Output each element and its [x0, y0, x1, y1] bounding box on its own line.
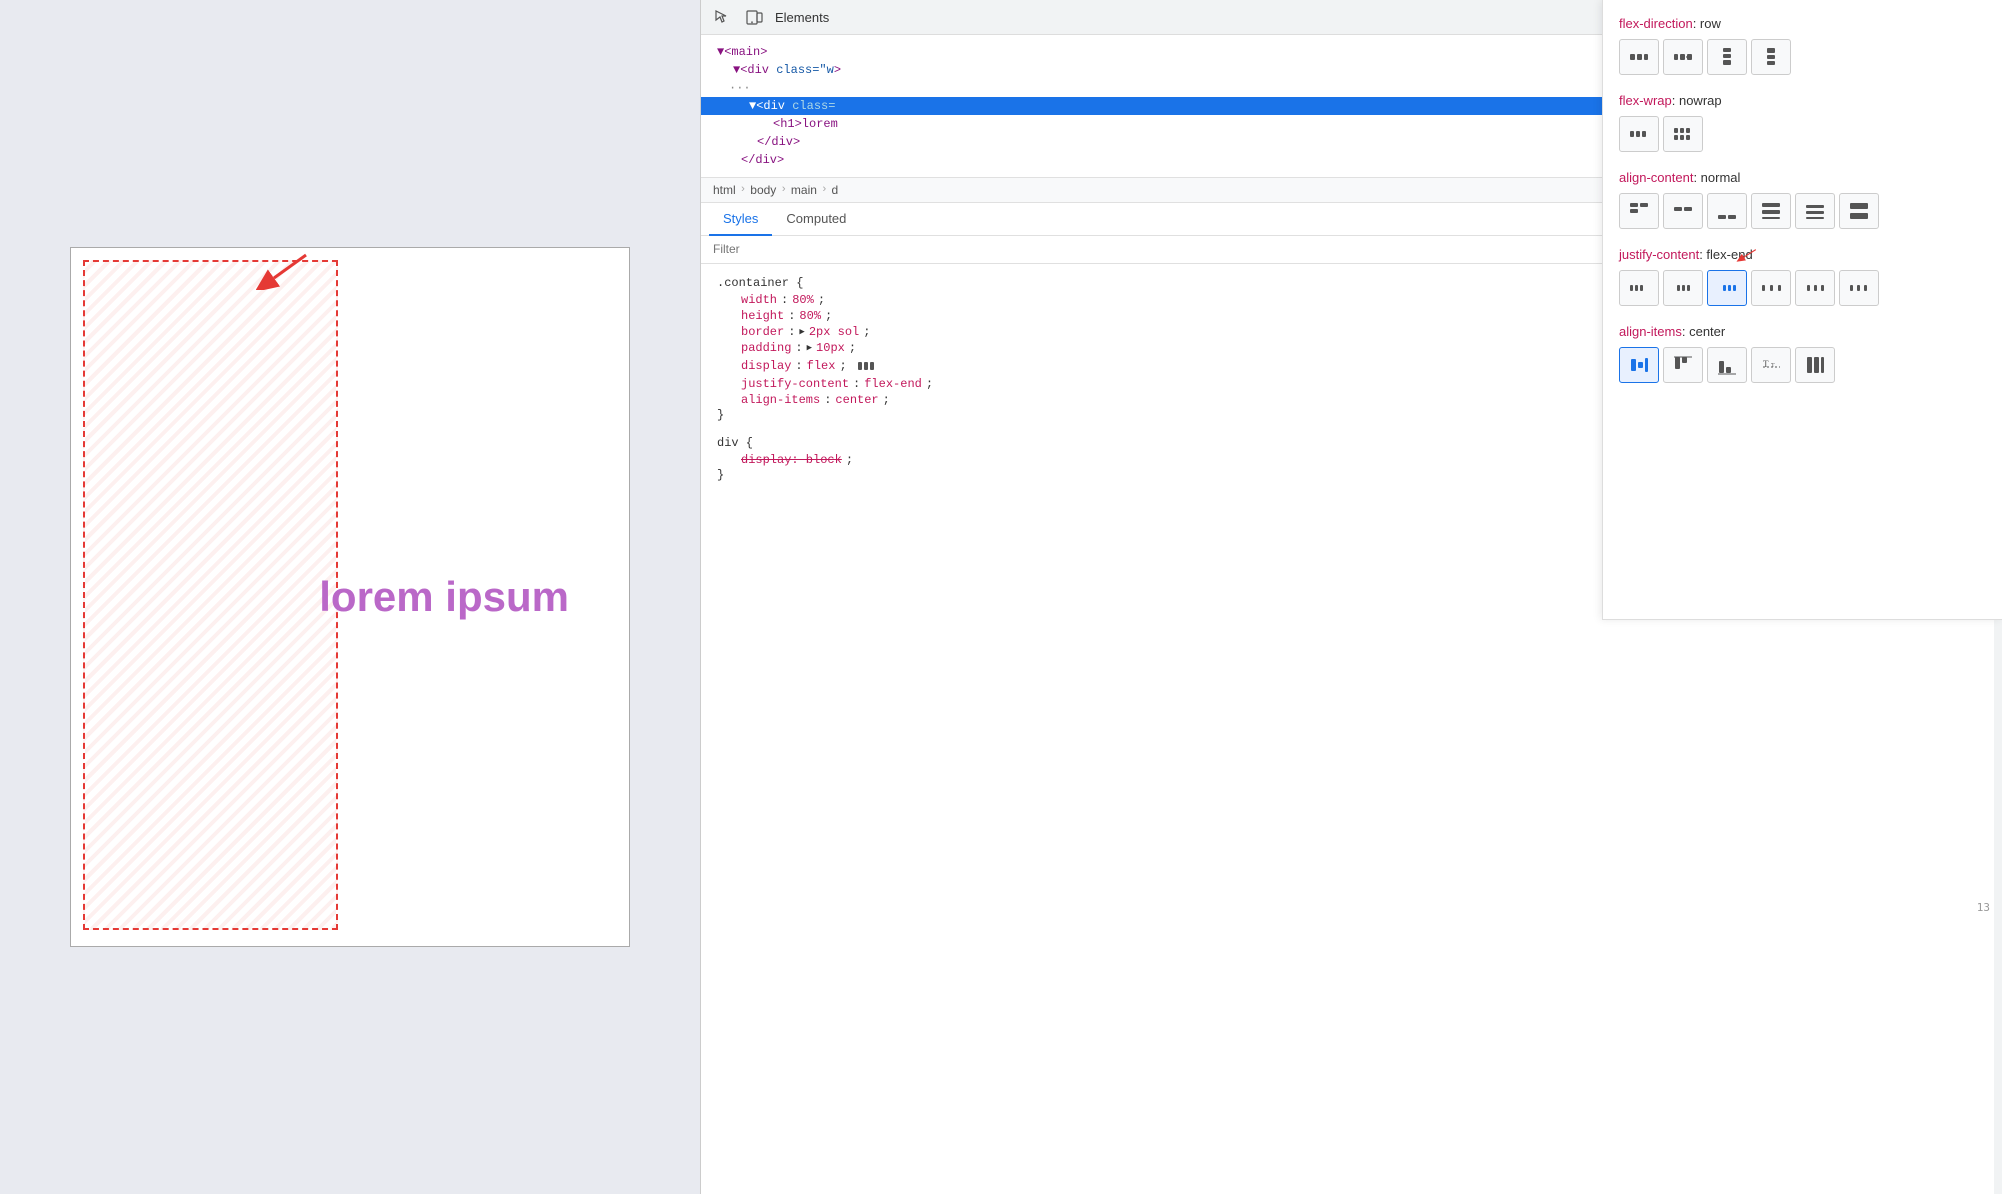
- preview-panel: lorem ipsum: [0, 0, 700, 1194]
- flex-icon[interactable]: [857, 357, 875, 375]
- align-content-end-btn[interactable]: [1707, 193, 1747, 229]
- justify-content-start-btn[interactable]: [1619, 270, 1659, 306]
- flex-wrap-nowrap-btn[interactable]: [1619, 116, 1659, 152]
- flex-wrap-wrap-btn[interactable]: [1663, 116, 1703, 152]
- devtools-panel: Elements ▼<main> ▼<div class="w> ··· ▼<d…: [700, 0, 2002, 1194]
- align-content-stretch-btn[interactable]: [1839, 193, 1879, 229]
- inspect-icon[interactable]: [711, 6, 733, 28]
- align-content-buttons: [1619, 193, 1986, 229]
- elements-tab[interactable]: Elements: [775, 10, 829, 25]
- justify-content-buttons: [1619, 270, 1986, 306]
- align-items-section: align-items: center: [1619, 324, 1986, 383]
- arrow-indicator: [256, 250, 316, 295]
- flex-direction-row-btn[interactable]: [1619, 39, 1659, 75]
- flex-direction-column-reverse-btn[interactable]: [1751, 39, 1791, 75]
- tab-computed[interactable]: Computed: [772, 203, 860, 236]
- flex-inspector-panel: flex-direction: row: [1602, 0, 2002, 620]
- breadcrumb-d[interactable]: d: [832, 183, 839, 197]
- align-items-buttons: T T: [1619, 347, 1986, 383]
- justify-content-space-around-btn[interactable]: [1795, 270, 1835, 306]
- align-items-label: align-items: center: [1619, 324, 1986, 339]
- align-items-baseline-btn[interactable]: T T: [1751, 347, 1791, 383]
- breadcrumb-html[interactable]: html: [713, 183, 736, 197]
- justify-content-label: justify-content: flex-end: [1619, 247, 1986, 262]
- align-content-space-around-btn[interactable]: [1795, 193, 1835, 229]
- justify-content-section: justify-content: flex-end: [1619, 247, 1986, 306]
- align-content-start-btn[interactable]: [1619, 193, 1659, 229]
- justify-content-center-btn[interactable]: [1663, 270, 1703, 306]
- justify-content-space-between-btn[interactable]: [1751, 270, 1791, 306]
- svg-text:T: T: [1763, 359, 1769, 369]
- align-items-stretch-btn[interactable]: [1795, 347, 1835, 383]
- align-items-center-btn[interactable]: [1619, 347, 1659, 383]
- flex-direction-buttons: [1619, 39, 1986, 75]
- preview-container: lorem ipsum: [70, 247, 630, 947]
- align-content-center-btn[interactable]: [1663, 193, 1703, 229]
- flex-direction-row-reverse-btn[interactable]: [1663, 39, 1703, 75]
- justify-content-space-evenly-btn[interactable]: [1839, 270, 1879, 306]
- align-content-space-between-btn[interactable]: [1751, 193, 1791, 229]
- inner-container-highlight: [83, 260, 338, 930]
- justify-content-flex-end-btn[interactable]: [1707, 270, 1747, 306]
- breadcrumb-body[interactable]: body: [750, 183, 776, 197]
- flex-wrap-buttons: [1619, 116, 1986, 152]
- align-content-section: align-content: normal: [1619, 170, 1986, 229]
- lorem-ipsum-text: lorem ipsum: [319, 573, 569, 621]
- flex-direction-section: flex-direction: row: [1619, 16, 1986, 75]
- align-items-start-btn[interactable]: [1663, 347, 1703, 383]
- flex-direction-column-btn[interactable]: [1707, 39, 1747, 75]
- align-items-end-btn[interactable]: [1707, 347, 1747, 383]
- div-selector: div {: [717, 436, 753, 450]
- svg-text:T: T: [1771, 363, 1775, 369]
- tab-styles[interactable]: Styles: [709, 203, 772, 236]
- device-icon[interactable]: [743, 6, 765, 28]
- align-content-label: align-content: normal: [1619, 170, 1986, 185]
- line-number-13: 13: [1977, 901, 1990, 914]
- breadcrumb-main[interactable]: main: [791, 183, 817, 197]
- flex-wrap-section: flex-wrap: nowrap: [1619, 93, 1986, 152]
- flex-wrap-label: flex-wrap: nowrap: [1619, 93, 1986, 108]
- flex-direction-label: flex-direction: row: [1619, 16, 1986, 31]
